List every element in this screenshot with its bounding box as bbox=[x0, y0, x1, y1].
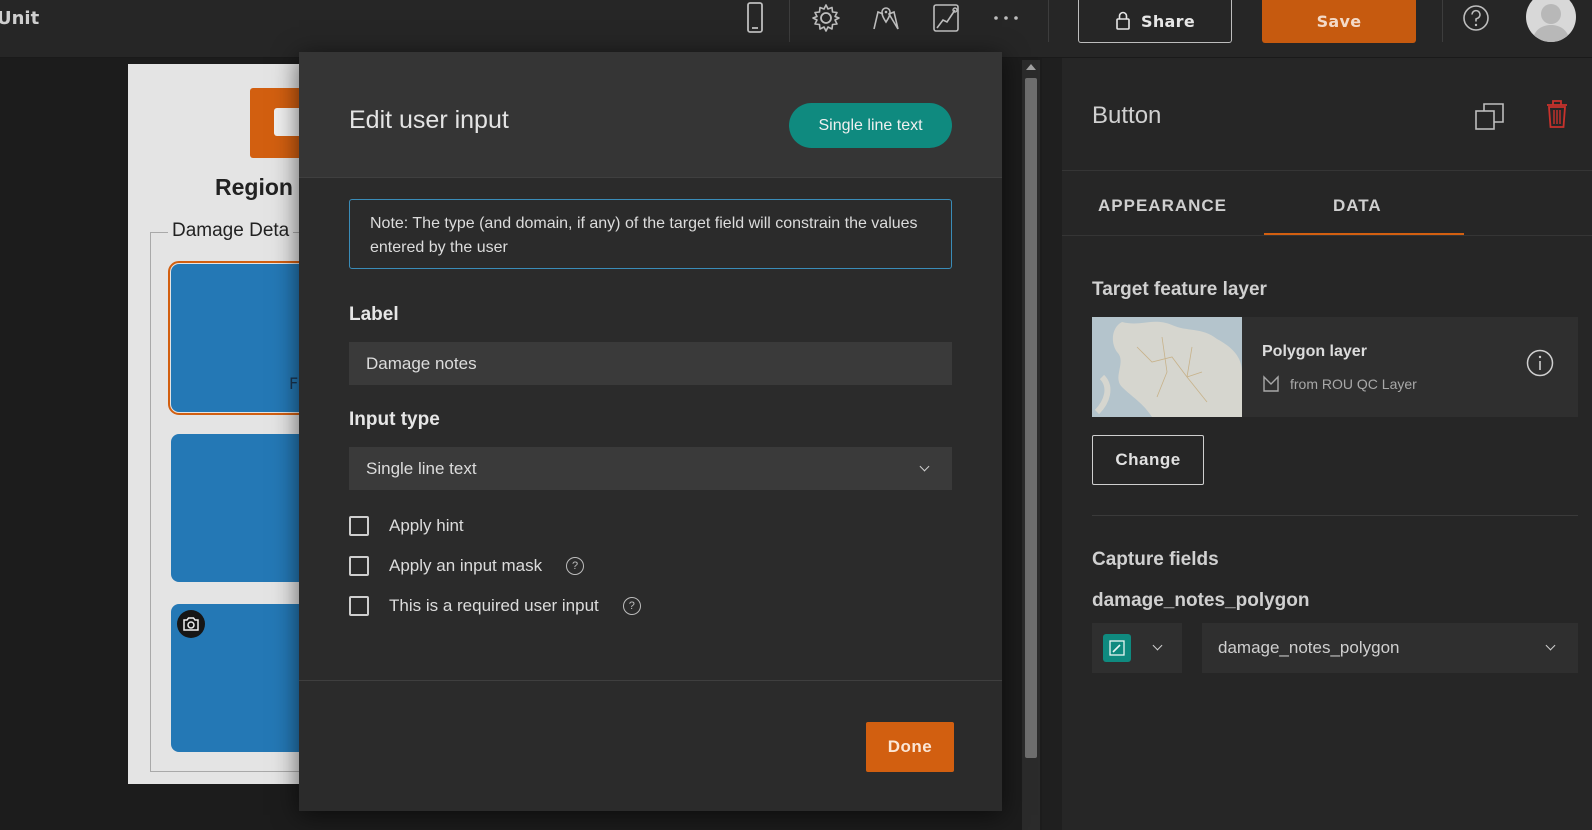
avatar[interactable] bbox=[1526, 0, 1576, 42]
target-layer-heading: Target feature layer bbox=[1092, 279, 1267, 300]
tab-appearance[interactable]: APPEARANCE bbox=[1098, 196, 1227, 216]
help-icon[interactable]: ? bbox=[566, 557, 585, 575]
more-options-icon[interactable] bbox=[986, 0, 1026, 36]
trash-icon[interactable] bbox=[1545, 99, 1569, 133]
map-draw-icon[interactable] bbox=[926, 0, 966, 36]
form-tile[interactable] bbox=[171, 434, 311, 582]
input-mask-label: Apply an input mask bbox=[389, 556, 543, 575]
form-tile[interactable] bbox=[171, 604, 311, 752]
divider bbox=[1092, 515, 1578, 516]
scroll-up-icon[interactable] bbox=[1026, 64, 1036, 70]
help-icon[interactable] bbox=[1456, 0, 1496, 36]
toolbar-separator bbox=[1442, 0, 1443, 42]
tile-label: F bbox=[289, 374, 299, 393]
chevron-down-icon bbox=[919, 461, 930, 472]
capture-field-select[interactable]: damage_notes_polygon bbox=[1202, 623, 1578, 673]
tab-data[interactable]: DATA bbox=[1333, 196, 1382, 216]
capture-field-name: damage_notes_polygon bbox=[1092, 590, 1310, 611]
input-type-heading: Input type bbox=[349, 409, 440, 430]
apply-hint-checkbox[interactable] bbox=[349, 516, 369, 536]
panel-title: Button bbox=[1092, 102, 1162, 129]
gear-icon[interactable] bbox=[806, 0, 846, 36]
capture-field-select-value: damage_notes_polygon bbox=[1218, 638, 1400, 657]
chevron-down-icon bbox=[1545, 640, 1556, 651]
option-apply-hint[interactable]: Apply hint bbox=[349, 516, 464, 536]
edit-user-input-dialog: Edit user input Single line text Note: T… bbox=[299, 52, 1002, 811]
save-button[interactable]: Save bbox=[1262, 0, 1416, 43]
mobile-preview-icon[interactable] bbox=[735, 0, 775, 36]
divider bbox=[1062, 170, 1592, 171]
share-button[interactable]: Share bbox=[1078, 0, 1232, 43]
label-input[interactable] bbox=[349, 342, 952, 385]
required-checkbox[interactable] bbox=[349, 596, 369, 616]
share-label: Share bbox=[1141, 11, 1195, 31]
option-input-mask[interactable]: Apply an input mask ? bbox=[349, 556, 585, 576]
layer-card[interactable]: Polygon layer from ROU QC Layer bbox=[1092, 317, 1578, 417]
user-silhouette-icon bbox=[1532, 4, 1570, 42]
layer-source: from ROU QC Layer bbox=[1262, 375, 1417, 393]
input-type-select-value: Single line text bbox=[366, 458, 477, 478]
capture-fields-heading: Capture fields bbox=[1092, 549, 1219, 570]
form-group-label: Damage Deta bbox=[168, 220, 294, 242]
divider bbox=[1062, 235, 1592, 236]
option-required[interactable]: This is a required user input ? bbox=[349, 596, 641, 616]
input-type-select[interactable]: Single line text bbox=[349, 447, 952, 490]
input-type-badge: Single line text bbox=[789, 103, 952, 148]
layer-name: Polygon layer bbox=[1262, 343, 1367, 360]
polygon-icon bbox=[1263, 375, 1279, 392]
form-title: Region bbox=[215, 174, 293, 200]
scroll-thumb[interactable] bbox=[1025, 78, 1037, 758]
chevron-down-icon bbox=[1152, 640, 1163, 651]
label-heading: Label bbox=[349, 304, 399, 325]
field-type-dropdown[interactable] bbox=[1092, 623, 1182, 673]
apply-hint-label: Apply hint bbox=[389, 516, 464, 535]
dialog-header: Edit user input Single line text bbox=[299, 52, 1002, 178]
edit-field-icon bbox=[1103, 634, 1131, 662]
canvas-scrollbar[interactable] bbox=[1022, 60, 1040, 830]
done-button[interactable]: Done bbox=[866, 722, 954, 772]
toolbar-separator bbox=[789, 0, 790, 42]
top-bar: Unit Share Save bbox=[0, 0, 1592, 58]
map-pin-icon[interactable] bbox=[866, 0, 906, 36]
layer-map-thumbnail bbox=[1092, 317, 1242, 417]
properties-panel: Button APPEARANCE DATA Target feature la… bbox=[1062, 58, 1592, 830]
info-icon[interactable] bbox=[1525, 348, 1555, 382]
input-mask-checkbox[interactable] bbox=[349, 556, 369, 576]
lock-icon bbox=[1116, 11, 1130, 30]
app-title: Unit bbox=[0, 8, 40, 29]
required-label: This is a required user input bbox=[389, 596, 599, 615]
camera-icon bbox=[177, 610, 205, 638]
info-note: Note: The type (and domain, if any) of t… bbox=[349, 199, 952, 269]
dialog-title: Edit user input bbox=[349, 106, 509, 134]
toolbar-separator bbox=[1048, 0, 1049, 42]
change-layer-button[interactable]: Change bbox=[1092, 435, 1204, 485]
divider bbox=[299, 680, 1002, 681]
layer-source-label: from ROU QC Layer bbox=[1290, 376, 1417, 392]
duplicate-icon[interactable] bbox=[1474, 102, 1506, 136]
help-icon[interactable]: ? bbox=[622, 597, 641, 615]
form-tile-selected[interactable]: F bbox=[168, 261, 314, 415]
